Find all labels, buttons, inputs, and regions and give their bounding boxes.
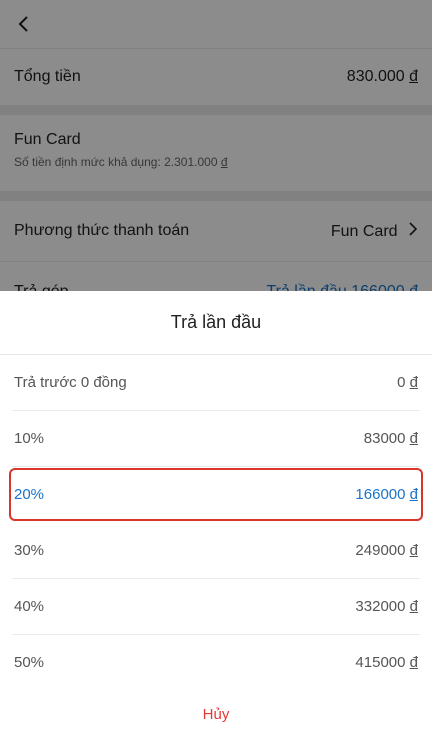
option-amount: 332000	[355, 598, 406, 615]
currency-symbol: đ	[409, 542, 418, 559]
option-row[interactable]: 10% 83000 đ	[12, 411, 420, 467]
currency-symbol: đ	[409, 374, 418, 391]
first-payment-sheet: Trả lần đầu Trả trước 0 đồng 0 đ 10% 83000 …	[0, 291, 432, 740]
option-amount-wrap: 0 đ	[397, 374, 418, 391]
sheet-title: Trả lần đầu	[0, 291, 432, 355]
currency-symbol: đ	[409, 654, 418, 671]
option-label: Trả trước 0 đồng	[14, 374, 127, 391]
option-amount-wrap: 332000 đ	[355, 598, 418, 615]
option-amount: 0	[397, 374, 406, 391]
option-amount-wrap: 249000 đ	[355, 542, 418, 559]
option-list: Trả trước 0 đồng 0 đ 10% 83000 đ 20% 166000 đ…	[0, 355, 432, 691]
option-label: 50%	[14, 654, 45, 671]
option-amount: 166000	[355, 486, 406, 503]
option-amount: 415000	[355, 654, 406, 671]
option-amount-wrap: 166000 đ	[355, 486, 418, 503]
cancel-button[interactable]: Hủy	[0, 688, 432, 740]
option-label: 30%	[14, 542, 45, 559]
option-row[interactable]: 40% 332000 đ	[12, 579, 420, 635]
option-label: 10%	[14, 430, 45, 447]
option-amount: 249000	[355, 542, 406, 559]
currency-symbol: đ	[409, 486, 418, 503]
option-row[interactable]: Trả trước 0 đồng 0 đ	[12, 355, 420, 411]
option-label: 40%	[14, 598, 45, 615]
option-row[interactable]: 30% 249000 đ	[12, 523, 420, 579]
currency-symbol: đ	[409, 598, 418, 615]
option-amount: 83000	[363, 430, 406, 447]
currency-symbol: đ	[409, 430, 418, 447]
option-label: 20%	[14, 486, 45, 503]
option-row-selected[interactable]: 20% 166000 đ	[9, 467, 423, 523]
option-amount-wrap: 83000 đ	[364, 430, 418, 447]
option-amount-wrap: 415000 đ	[355, 654, 418, 671]
option-row[interactable]: 50% 415000 đ	[12, 635, 420, 691]
